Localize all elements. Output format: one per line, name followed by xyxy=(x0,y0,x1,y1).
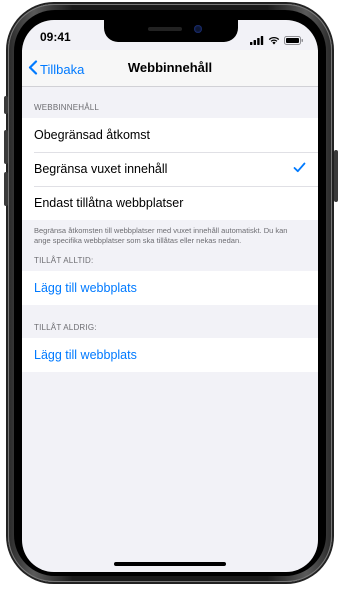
always-allow-add-website-button[interactable]: Lägg till webbplats xyxy=(22,271,318,305)
status-time: 09:41 xyxy=(40,30,71,44)
speaker-grille xyxy=(148,27,182,31)
side-button-mute xyxy=(4,96,8,114)
signal-icon xyxy=(250,32,264,50)
section-header-never-allow: TILLÅT ALDRIG: xyxy=(34,323,97,332)
never-allow-group: Lägg till webbplats xyxy=(22,338,318,372)
settings-content: WEBBINNEHÅLL Obegränsad åtkomst Begränsa… xyxy=(22,87,318,372)
status-icons xyxy=(250,32,304,50)
section-header-always-allow: TILLÅT ALLTID: xyxy=(34,256,94,265)
wifi-icon xyxy=(268,32,280,50)
always-allow-group: Lägg till webbplats xyxy=(22,271,318,305)
phone-screen: 09:41 Tillbaka Webbinnehåll WEBBINNEHÅLL… xyxy=(22,20,318,572)
battery-icon xyxy=(284,32,304,50)
never-allow-add-website-button[interactable]: Lägg till webbplats xyxy=(22,338,318,372)
option-label: Begränsa vuxet innehåll xyxy=(34,162,168,176)
side-button-volume-down xyxy=(4,172,8,206)
option-label: Endast tillåtna webbplatser xyxy=(34,196,184,210)
section-header-web-content: WEBBINNEHÅLL xyxy=(34,103,100,112)
option-limit-adult-content[interactable]: Begränsa vuxet innehåll xyxy=(22,152,318,186)
option-unrestricted-access[interactable]: Obegränsad åtkomst xyxy=(22,118,318,152)
side-button-volume-up xyxy=(4,130,8,164)
section-footer-description: Begränsa åtkomsten till webbplatser med … xyxy=(34,226,288,245)
page-title: Webbinnehåll xyxy=(127,60,213,75)
navigation-bar: Tillbaka Webbinnehåll xyxy=(22,50,318,87)
checkmark-icon xyxy=(293,162,306,176)
web-content-options: Obegränsad åtkomst Begränsa vuxet innehå… xyxy=(22,118,318,220)
add-website-label: Lägg till webbplats xyxy=(34,348,137,362)
option-label: Obegränsad åtkomst xyxy=(34,128,151,142)
notch xyxy=(104,20,238,42)
side-button-power xyxy=(334,150,338,202)
front-camera-icon xyxy=(194,25,202,33)
add-website-label: Lägg till webbplats xyxy=(34,281,137,295)
option-allowed-websites-only[interactable]: Endast tillåtna webbplatser xyxy=(22,186,318,220)
home-indicator[interactable] xyxy=(114,562,226,566)
